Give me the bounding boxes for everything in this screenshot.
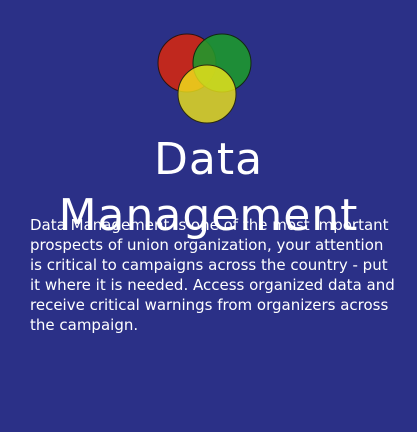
page-description: Data Management is one of the most impor… <box>30 216 395 334</box>
yellow-circle <box>177 64 237 124</box>
venn-diagram-icon <box>157 33 252 124</box>
venn-diagram-logo <box>155 30 255 128</box>
